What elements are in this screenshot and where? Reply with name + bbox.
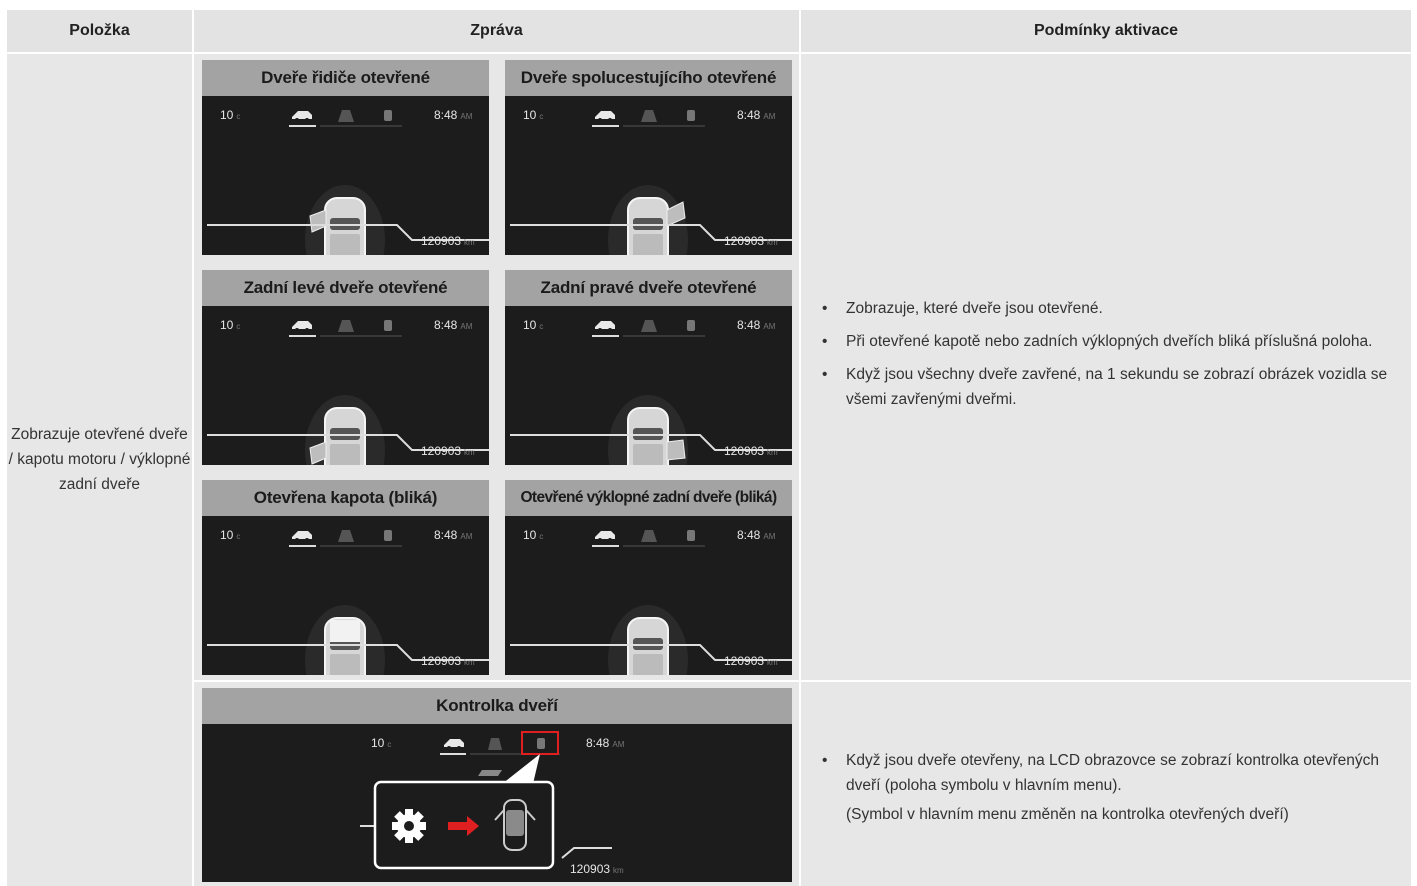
car-door-icon (687, 530, 695, 541)
header-conditions: Podmínky aktivace (801, 10, 1411, 52)
condition-item: Když jsou všechny dveře zavřené, na 1 se… (820, 362, 1400, 412)
temperature-readout: 10 c (523, 318, 544, 332)
temperature-readout: 10 c (523, 528, 544, 542)
clock-readout: 8:48 AM (434, 318, 473, 332)
conditions-note: (Symbol v hlavním menu změněn na kontrol… (846, 806, 1289, 823)
car-door-icon (384, 110, 392, 121)
road-lanes-icon (641, 110, 657, 122)
car-status-panel: Dveře spolucestujícího otevřené 10 c 8:48… (505, 60, 792, 255)
car-side-icon (292, 321, 312, 332)
clock-readout: 8:48 AM (737, 318, 776, 332)
odometer-readout: 120903 km (724, 444, 778, 458)
road-lanes-icon (338, 110, 354, 122)
car-topview-icon (608, 185, 688, 255)
car-door-icon (384, 320, 392, 331)
clock-readout: 8:48 AM (434, 528, 473, 542)
item-description: Zobrazuje otevřené dveře / kapotu motoru… (8, 426, 191, 493)
temperature-readout: 10 c (220, 108, 241, 122)
odometer-readout: 120903 km (724, 234, 778, 248)
conditions-list-2: Když jsou dveře otevřeny, na LCD obrazov… (820, 748, 1400, 806)
car-status-panel: Zadní pravé dveře otevřené 10 c 8:48 AM 12… (505, 270, 792, 465)
road-lanes-icon (338, 320, 354, 332)
condition-item: Při otevřené kapotě nebo zadních výklopn… (820, 329, 1400, 354)
temperature-readout: 10 c (220, 528, 241, 542)
car-status-panel: Zadní levé dveře otevřené 10 c 8:48 AM 120… (202, 270, 489, 465)
odometer-readout: 120903 km (724, 654, 778, 668)
car-status-panel: Otevřena kapota (bliká) 10 c 8:48 AM 12090… (202, 480, 489, 675)
temperature-readout: 10 c (523, 108, 544, 122)
car-topview-icon (305, 395, 385, 465)
condition-item: Když jsou dveře otevřeny, na LCD obrazov… (820, 748, 1400, 798)
car-side-icon (595, 531, 615, 542)
car-side-icon (292, 531, 312, 542)
car-topview-icon (608, 395, 688, 465)
car-topview-icon (305, 605, 385, 675)
indicator-panel: Kontrolka dveří 10 c 8:48 AM 120903 km (202, 688, 792, 882)
header-message: Zpráva (194, 10, 799, 52)
road-lanes-icon (641, 530, 657, 542)
car-door-icon (384, 530, 392, 541)
car-side-icon (292, 111, 312, 122)
conditions-list-1: Zobrazuje, které dveře jsou otevřené. Při… (820, 296, 1400, 420)
gear-icon (392, 809, 426, 843)
road-lanes-icon (338, 530, 354, 542)
car-status-panel: Dveře řidiče otevřené 10 c 8:48 AM 120903 k… (202, 60, 489, 255)
car-topview-icon (608, 605, 688, 675)
condition-item: Zobrazuje, které dveře jsou otevřené. (820, 296, 1400, 321)
clock-readout: 8:48 AM (737, 108, 776, 122)
odometer-readout: 120903 km (421, 444, 475, 458)
car-topview-icon (305, 185, 385, 255)
temperature-readout: 10 c (220, 318, 241, 332)
clock-readout: 8:48 AM (434, 108, 473, 122)
car-door-icon (687, 110, 695, 121)
road-lanes-icon (488, 738, 502, 750)
odometer-readout: 120903 km (421, 234, 475, 248)
car-side-icon (595, 321, 615, 332)
car-side-icon (444, 739, 464, 750)
car-door-icon (537, 738, 545, 749)
car-status-panel: Otevřené výklopné zadní dveře (bliká) 10… (505, 480, 792, 675)
car-side-icon (595, 111, 615, 122)
car-door-icon (687, 320, 695, 331)
header-item: Položka (7, 10, 192, 52)
road-lanes-icon (641, 320, 657, 332)
clock-readout: 8:48 AM (737, 528, 776, 542)
odometer-readout: 120903 km (421, 654, 475, 668)
